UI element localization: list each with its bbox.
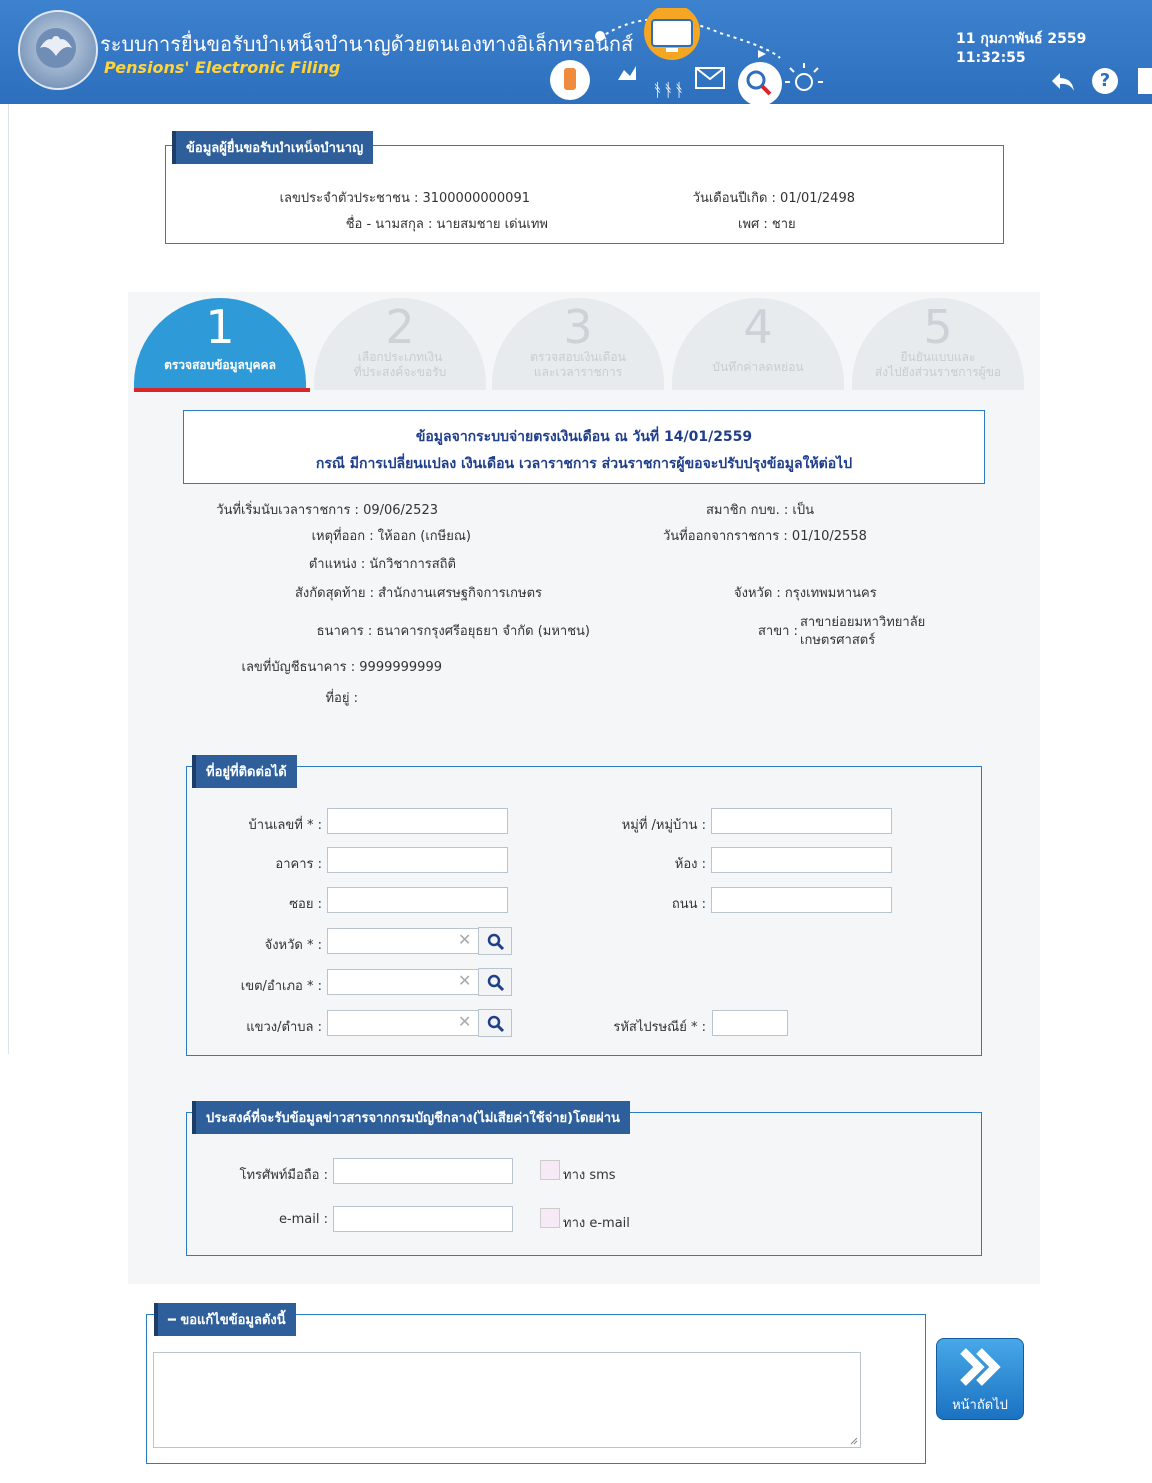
subdistrict-search-button[interactable] [478,1009,512,1037]
district-search-button[interactable] [478,968,512,996]
province-label: จังหวัด * : [264,938,322,953]
step-3-number: 3 [563,300,593,354]
svg-text:ᚬᚬᚬ: ᚬᚬᚬ [652,80,684,101]
subdistrict-clear-icon[interactable]: ✕ [458,1012,471,1031]
district-label: เขต/อำเภอ * : [240,979,322,994]
position: ตำแหน่ง : นักวิชาการสถิติ [308,557,456,572]
road-input[interactable] [711,887,892,913]
step-5-number: 5 [923,300,953,354]
province-search-button[interactable] [478,927,512,955]
left-border [0,104,9,1054]
search-icon [487,1015,505,1033]
postcode-label: รหัสไปรษณีย์ * : [613,1020,706,1035]
branch-line-2: เกษตรศาสตร์ [800,633,876,648]
edit-request-textarea[interactable] [153,1352,861,1448]
room-input[interactable] [711,847,892,873]
payroll-info-box: ข้อมูลจากระบบจ่ายตรงเงินเดือน ณ วันที่ 1… [183,410,985,484]
applicant-sex: เพศ : ชาย [738,217,796,232]
payroll-info-note: กรณี มีการเปลี่ยนแปลง เงินเดือน เวลาราชก… [315,456,853,472]
help-icon[interactable]: ? [1092,68,1118,94]
search-icon [487,974,505,992]
step-2-tab[interactable]: 2 เลือกประเภทเงิน ที่ประสงค์จะขอรับ [314,298,486,390]
house-no-label: บ้านเลขที่ * : [248,818,322,833]
applicant-birthdate: วันเดือนปีเกิด : 01/01/2498 [692,191,855,206]
soi-input[interactable] [327,887,508,913]
sms-checkbox[interactable] [540,1160,560,1180]
current-datetime: 11 กุมภาพันธ์ 2559 11:32:55 [956,31,1087,66]
step-5-label: ยืนยันแบบและ ส่งไปยังส่วนราชการผู้ขอ [874,350,1002,379]
subdistrict-label: แขวง/ตำบล : [246,1020,322,1035]
leave-date: วันที่ออกจากราชการ : 01/10/2558 [663,529,867,544]
edit-request-label: ขอแก้ไขข้อมูลดังนี้ [180,1313,286,1328]
service-start-date: วันที่เริ่มนับเวลาราชการ : 09/06/2523 [216,503,438,518]
menu-icon[interactable] [1138,68,1152,94]
app-title-english: Pensions' Electronic Filing [104,58,341,77]
room-label: ห้อง : [674,857,706,872]
step-5-tab[interactable]: 5 ยืนยันแบบและ ส่งไปยังส่วนราชการผู้ขอ [852,298,1024,390]
email-check-label: ทาง e-mail [563,1216,630,1231]
moo-label: หมู่ที่ /หมู่บ้าน : [621,818,706,833]
bank: ธนาคาร : ธนาคารกรุงศรีอยุธยา จำกัด (มหาช… [316,624,590,639]
address: ที่อยู่ : [325,691,358,706]
applicant-id: เลขประจำตัวประชาชน : 3100000000091 [279,191,530,206]
step-1-label: ตรวจสอบข้อมูลบุคคล [164,358,276,372]
building-input[interactable] [327,847,508,873]
step-4-label: บันทึกค่าลดหย่อน [712,360,804,374]
district-clear-icon[interactable]: ✕ [458,971,471,990]
step-2-number: 2 [385,300,415,354]
province: จังหวัด : กรุงเทพมหานคร [734,586,877,601]
email-checkbox[interactable] [540,1208,560,1228]
branch-label: สาขา : [758,624,798,639]
subdistrict-input[interactable] [327,1010,479,1036]
postcode-input[interactable] [712,1010,788,1036]
resize-handle-icon[interactable] [848,1435,858,1445]
gpf-member: สมาชิก กบข. : เป็น [706,503,814,518]
email-input[interactable] [333,1206,513,1232]
province-input[interactable] [327,928,479,954]
collapse-icon[interactable]: ━ [168,1313,180,1328]
province-clear-icon[interactable]: ✕ [458,930,471,949]
back-icon[interactable] [1050,70,1076,100]
district-input[interactable] [327,969,479,995]
garuda-emblem-icon [36,28,76,68]
step-4-number: 4 [743,300,773,354]
step-3-label: ตรวจสอบเงินเดือน และเวลาราชการ [530,350,626,379]
step-1-tab[interactable]: 1 ตรวจสอบข้อมูลบุคคล [134,298,306,390]
step-1-number: 1 [205,300,235,354]
double-chevron-right-icon [960,1348,1001,1386]
soi-label: ซอย : [289,897,322,912]
sms-label: ทาง sms [563,1168,616,1183]
email-label: e-mail : [278,1212,328,1227]
last-affiliation: สังกัดสุดท้าย : สำนักงานเศรษฐกิจการเกษตร [295,586,542,601]
header-illustration: ᚬᚬᚬ [540,4,840,106]
step-3-tab[interactable]: 3 ตรวจสอบเงินเดือน และเวลาราชการ [492,298,664,390]
payroll-info-title: ข้อมูลจากระบบจ่ายตรงเงินเดือน ณ วันที่ 1… [415,429,753,445]
next-page-label: หน้าถัดไป [952,1398,1008,1413]
app-header: ระบบการยื่นขอรับบำเหน็จบำนาญด้วยตนเองทาง… [0,0,1152,106]
retire-reason: เหตุที่ออก : ให้ออก (เกษียณ) [311,529,471,544]
next-page-button[interactable]: หน้าถัดไป [936,1338,1024,1420]
mobile-input[interactable] [333,1158,513,1184]
step-4-tab[interactable]: 4 บันทึกค่าลดหย่อน [672,298,844,390]
active-step-indicator [134,388,310,392]
building-label: อาคาร : [275,857,322,872]
search-icon [487,933,505,951]
mobile-label: โทรศัพท์มือถือ : [239,1168,329,1183]
edit-request-legend[interactable]: ━ ขอแก้ไขข้อมูลดังนี้ [154,1303,296,1336]
moo-input[interactable] [711,808,892,834]
applicant-name: ชื่อ - นามสกุล : นายสมชาย เด่นเทพ [345,217,548,232]
house-no-input[interactable] [327,808,508,834]
news-subscription-legend: ประสงค์ที่จะรับข้อมูลข่าวสารจากกรมบัญชีก… [192,1101,630,1134]
bank-account: เลขที่บัญชีธนาคาร : 9999999999 [241,660,442,675]
road-label: ถนน : [671,897,706,912]
step-2-label: เลือกประเภทเงิน ที่ประสงค์จะขอรับ [353,350,447,379]
contact-address-legend: ที่อยู่ที่ติดต่อได้ [192,755,297,788]
applicant-legend: ข้อมูลผู้ยื่นขอรับบำเหน็จบำนาญ [172,131,374,164]
comptroller-logo [18,10,98,90]
